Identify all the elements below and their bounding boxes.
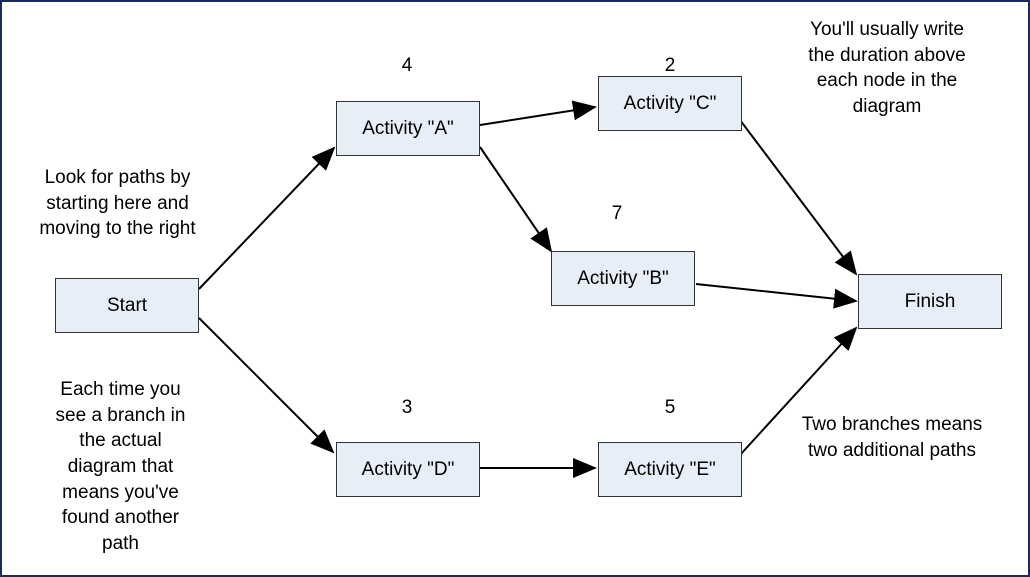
node-d-label: Activity "D" — [362, 459, 455, 481]
node-finish: Finish — [858, 274, 1002, 329]
annotation-bottom-right: Two branches meanstwo additional paths — [777, 412, 1007, 463]
node-finish-label: Finish — [905, 291, 956, 313]
node-b-label: Activity "B" — [577, 268, 669, 290]
node-a-label: Activity "A" — [362, 118, 454, 140]
node-b: Activity "B" — [551, 251, 695, 306]
diagram-container: Start 4 Activity "A" 2 Activity "C" 7 Ac… — [0, 0, 1030, 577]
node-e: Activity "E" — [598, 442, 742, 497]
node-c: Activity "C" — [598, 76, 742, 131]
duration-e: 5 — [655, 397, 685, 419]
duration-b: 7 — [602, 203, 632, 225]
node-start-label: Start — [107, 295, 147, 317]
duration-c: 2 — [655, 55, 685, 77]
annotation-bottom-left: Each time yousee a branch inthe actualdi… — [38, 377, 203, 556]
annotation-top-right: You'll usually writethe duration aboveea… — [772, 17, 1002, 120]
node-d: Activity "D" — [336, 442, 480, 497]
duration-a: 4 — [392, 55, 422, 77]
duration-d: 3 — [392, 397, 422, 419]
node-a: Activity "A" — [336, 101, 480, 156]
node-c-label: Activity "C" — [624, 93, 717, 115]
node-e-label: Activity "E" — [624, 459, 716, 481]
annotation-top-left: Look for paths bystarting here andmoving… — [14, 165, 221, 242]
node-start: Start — [55, 278, 199, 333]
